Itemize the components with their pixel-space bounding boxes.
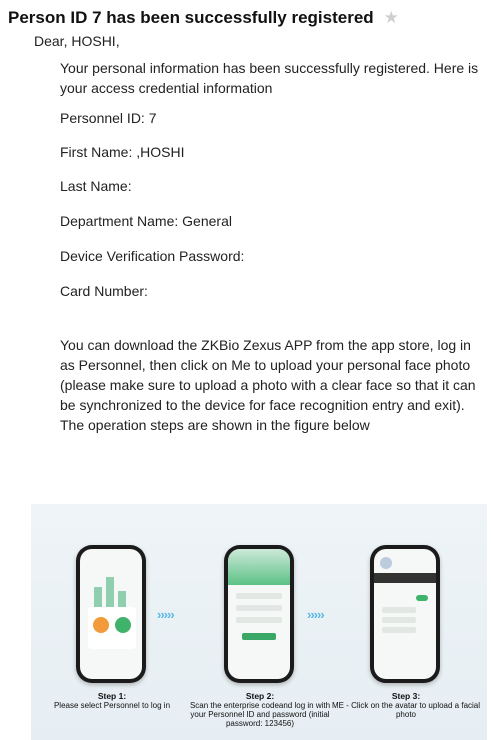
- step-1-caption: Step 1: Please select Personnel to log i…: [37, 691, 187, 711]
- phone-step2: [224, 545, 294, 683]
- field-department: Department Name: General: [60, 213, 232, 229]
- phone-step3: [370, 545, 440, 683]
- email-header: Person ID 7 has been successfully regist…: [8, 8, 399, 28]
- phone-screen-step1: [80, 549, 142, 679]
- step-1-title: Step 1:: [97, 691, 127, 701]
- step-3-caption: Step 3: ME - Click on the avatar to uplo…: [331, 691, 481, 720]
- avatar-icon: [380, 557, 392, 569]
- step-2-title: Step 2:: [245, 691, 275, 701]
- instructions-text: You can download the ZKBio Zexus APP fro…: [60, 337, 476, 433]
- step-3-title: Step 3:: [391, 691, 421, 701]
- arrows-icon: ›››››: [157, 607, 175, 622]
- greeting: Dear, HOSHI,: [34, 33, 120, 49]
- field-last-name: Last Name:: [60, 178, 132, 194]
- intro-text: Your personal information has been succe…: [60, 60, 479, 96]
- star-icon[interactable]: ★: [384, 8, 399, 28]
- field-card-number: Card Number:: [60, 283, 148, 299]
- login-card: [88, 607, 136, 649]
- email-body-intro: Your personal information has been succe…: [60, 58, 480, 98]
- steps-banner-image: ››››› ››››› Step 1: Please select Person…: [31, 504, 487, 740]
- step-1-text: Please select Personnel to log in: [53, 701, 171, 710]
- login-button: [242, 633, 276, 640]
- field-device-password: Device Verification Password:: [60, 248, 245, 264]
- arrows-icon: ›››››: [307, 607, 325, 622]
- avatar-icon: [93, 617, 109, 633]
- step-2-text: Scan the enterprise codeand log in with …: [189, 701, 331, 728]
- phone-screen-step3: [374, 549, 436, 679]
- toggle-icon: [416, 595, 428, 601]
- phone-screen-step2: [228, 549, 290, 679]
- field-personnel-id: Personnel ID: 7: [60, 110, 157, 126]
- step-3-text: ME - Click on the avatar to upload a fac…: [331, 701, 481, 719]
- field-first-name: First Name: ,HOSHI: [60, 144, 185, 160]
- step-2-caption: Step 2: Scan the enterprise codeand log …: [185, 691, 335, 729]
- avatar-icon: [115, 617, 131, 633]
- instructions-block: You can download the ZKBio Zexus APP fro…: [60, 335, 480, 435]
- phone-step1: [76, 545, 146, 683]
- email-subject: Person ID 7 has been successfully regist…: [8, 8, 374, 27]
